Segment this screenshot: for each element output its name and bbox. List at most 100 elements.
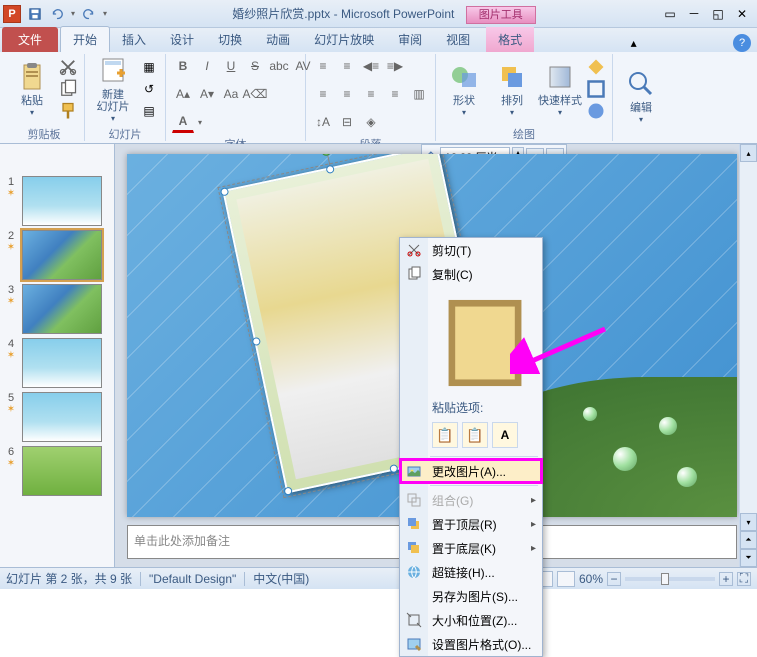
undo-dropdown[interactable]: ▾ [69, 4, 77, 24]
ctx-cut[interactable]: 剪切(T) [400, 238, 542, 262]
save-icon[interactable] [25, 4, 45, 24]
collapse-ribbon-icon[interactable]: ▴ [622, 34, 646, 52]
tab-animations[interactable]: 动画 [254, 27, 302, 52]
app-icon: P [3, 5, 21, 23]
tab-view[interactable]: 视图 [434, 27, 482, 52]
indent-inc-button[interactable]: ≡▶ [384, 55, 406, 77]
group-slides: 新建 幻灯片 ▾ ▦ ↺ ▤ 幻灯片 [85, 54, 166, 141]
fit-window-button[interactable]: ⛶ [737, 572, 751, 586]
indent-dec-button[interactable]: ◀≡ [360, 55, 382, 77]
ctx-hyperlink[interactable]: 超链接(H)... [400, 560, 542, 584]
ctx-size-position[interactable]: 大小和位置(Z)... [400, 608, 542, 632]
paste-opt-2[interactable]: 📋 [462, 422, 488, 448]
shape-effects-button[interactable] [586, 101, 606, 121]
thumb-4[interactable]: 4✶ [4, 338, 110, 388]
ctx-format-picture[interactable]: 设置图片格式(O)... [400, 632, 542, 656]
new-slide-button[interactable]: 新建 幻灯片 ▾ [91, 54, 135, 124]
zoom-label[interactable]: 60% [579, 572, 603, 586]
minimize-icon[interactable]: － [682, 5, 706, 23]
numbering-button[interactable]: ≡ [336, 55, 358, 77]
layout-icon[interactable]: ▦ [139, 57, 159, 77]
tab-format[interactable]: 格式 [486, 27, 534, 52]
thumb-3[interactable]: 3✶ [4, 284, 110, 334]
group-label-clipboard: 剪贴板 [10, 124, 78, 142]
group-editing: 编辑▾ [613, 54, 669, 141]
undo-icon[interactable] [47, 4, 67, 24]
tab-slideshow[interactable]: 幻灯片放映 [302, 27, 386, 52]
shapes-button[interactable]: 形状▾ [442, 54, 486, 124]
ctx-group[interactable]: 组合(G)▸ [400, 488, 542, 512]
reset-icon[interactable]: ↺ [139, 79, 159, 99]
format-painter-icon[interactable] [58, 101, 78, 121]
file-tab[interactable]: 文件 [2, 27, 58, 52]
bullets-button[interactable]: ≡ [312, 55, 334, 77]
scroll-down[interactable]: ▾ [740, 513, 757, 531]
next-slide[interactable]: ⏷ [740, 549, 757, 567]
find-button[interactable]: 编辑▾ [619, 62, 663, 132]
redo-icon[interactable] [79, 4, 99, 24]
quick-styles-button[interactable]: 快速样式▾ [538, 54, 582, 124]
language-indicator[interactable]: 中文(中国) [253, 570, 309, 587]
ctx-bring-front[interactable]: 置于顶层(R)▸ [400, 512, 542, 536]
annotation-arrow [510, 324, 610, 374]
text-direction-button[interactable]: ↕A [312, 111, 334, 133]
smartart-button[interactable]: ◈ [360, 111, 382, 133]
shape-fill-button[interactable] [586, 57, 606, 77]
thumbnail-pane: 1✶ 2✶ 3✶ 4✶ 5✶ 6✶ [0, 144, 115, 567]
ctx-change-picture[interactable]: 更改图片(A)... [400, 459, 542, 483]
grow-font-button[interactable]: A▴ [172, 83, 194, 105]
group-drawing: 形状▾ 排列▾ 快速样式▾ 绘图 [436, 54, 613, 141]
justify-button[interactable]: ≡ [384, 83, 406, 105]
section-icon[interactable]: ▤ [139, 101, 159, 121]
font-color-button[interactable]: A [172, 111, 194, 133]
tab-review[interactable]: 审阅 [386, 27, 434, 52]
tab-insert[interactable]: 插入 [110, 27, 158, 52]
qat-dropdown[interactable]: ▾ [101, 4, 109, 24]
zoom-slider[interactable] [625, 577, 715, 581]
arrange-button[interactable]: 排列▾ [490, 54, 534, 124]
tab-transitions[interactable]: 切换 [206, 27, 254, 52]
thumb-6[interactable]: 6✶ [4, 446, 110, 496]
ctx-send-back[interactable]: 置于底层(K)▸ [400, 536, 542, 560]
thumb-5[interactable]: 5✶ [4, 392, 110, 442]
help-icon[interactable]: ? [733, 34, 751, 52]
align-center-button[interactable]: ≡ [336, 83, 358, 105]
align-right-button[interactable]: ≡ [360, 83, 382, 105]
align-left-button[interactable]: ≡ [312, 83, 334, 105]
paste-opt-1[interactable]: 📋 [432, 422, 458, 448]
copy-icon[interactable] [58, 79, 78, 99]
shrink-font-button[interactable]: A▾ [196, 83, 218, 105]
vertical-scrollbar[interactable]: ▴ ▾ ⏶ ⏷ [739, 144, 757, 567]
clear-format-button[interactable]: A⌫ [244, 83, 266, 105]
columns-button[interactable]: ▥ [408, 83, 430, 105]
design-name: "Default Design" [149, 572, 236, 586]
slideshow-view-button[interactable] [557, 571, 575, 587]
group-label-slides: 幻灯片 [91, 124, 159, 142]
restore-icon[interactable]: ◱ [706, 5, 730, 23]
strike-button[interactable]: S [244, 55, 266, 77]
italic-button[interactable]: I [196, 55, 218, 77]
paste-button[interactable]: 粘贴 ▾ [10, 54, 54, 124]
scroll-up[interactable]: ▴ [740, 144, 757, 162]
shape-outline-button[interactable] [586, 79, 606, 99]
thumb-2[interactable]: 2✶ [4, 230, 110, 280]
paste-opt-3[interactable]: A [492, 422, 518, 448]
slide-counter: 幻灯片 第 2 张，共 9 张 [6, 570, 132, 587]
minimize-ribbon-icon[interactable]: ▭ [658, 5, 682, 23]
underline-button[interactable]: U [220, 55, 242, 77]
contextual-tab-label: 图片工具 [466, 6, 536, 24]
close-icon[interactable]: ✕ [730, 5, 754, 23]
tab-design[interactable]: 设计 [158, 27, 206, 52]
change-case-button[interactable]: Aa [220, 83, 242, 105]
thumb-1[interactable]: 1✶ [4, 176, 110, 226]
bold-button[interactable]: B [172, 55, 194, 77]
tab-home[interactable]: 开始 [60, 26, 110, 52]
zoom-out-button[interactable]: − [607, 572, 621, 586]
prev-slide[interactable]: ⏶ [740, 531, 757, 549]
ctx-save-as-picture[interactable]: 另存为图片(S)... [400, 584, 542, 608]
cut-icon[interactable] [58, 57, 78, 77]
zoom-in-button[interactable]: + [719, 572, 733, 586]
align-text-button[interactable]: ⊟ [336, 111, 358, 133]
ctx-copy[interactable]: 复制(C) [400, 262, 542, 286]
shadow-button[interactable]: abc [268, 55, 290, 77]
